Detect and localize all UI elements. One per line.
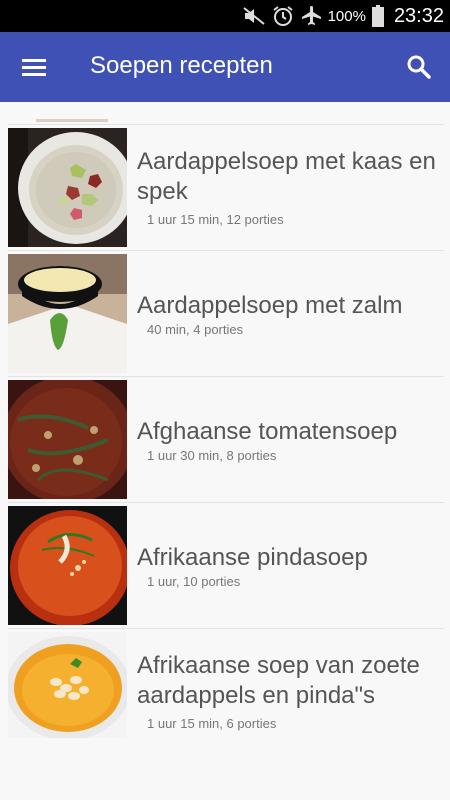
recipe-thumbnail [8, 380, 127, 499]
list-item[interactable]: Aardappelsoep met kaas en spek 1 uur 15 … [8, 125, 444, 251]
recipe-title: Aardappelsoep met kaas en spek [137, 148, 436, 205]
battery-percentage: 100% [327, 7, 366, 25]
recipe-thumbnail [8, 128, 127, 247]
list-item[interactable]: Afghaanse tomatensoep 1 uur 30 min, 8 po… [8, 377, 444, 503]
recipe-thumbnail [8, 506, 127, 625]
hamburger-menu-icon[interactable] [14, 50, 54, 84]
recipe-title: Afrikaanse soep van zoete aardappels en … [137, 652, 420, 709]
recipe-meta: 40 min, 4 porties [147, 322, 244, 337]
list-item[interactable]: Afrikaanse soep van zoete aardappels en … [8, 629, 444, 754]
clock: 23:32 [393, 4, 444, 27]
recipe-meta: 1 uur 15 min, 6 porties [147, 716, 277, 731]
list-item[interactable]: Aardappelsoep met zalm 40 min, 4 porties [8, 251, 444, 377]
battery-icon [371, 5, 384, 27]
recipe-meta: 1 uur, 10 porties [147, 574, 241, 589]
status-bar: 100% 23:32 [0, 0, 450, 32]
recipe-thumbnail-partial [36, 119, 108, 122]
alarm-icon [272, 6, 293, 26]
recipe-title: Aardappelsoep met zalm [137, 292, 403, 319]
recipe-list: Aardappelsoep met kaas en spek 1 uur 15 … [0, 102, 450, 754]
recipe-meta: 1 uur 30 min, 8 porties [147, 448, 277, 463]
recipe-meta: 1 uur 15 min, 12 porties [147, 212, 284, 227]
app-bar: Soepen recepten [0, 32, 450, 102]
list-item-partial[interactable] [8, 102, 444, 125]
airplane-icon [301, 6, 321, 25]
mute-icon [242, 7, 265, 25]
recipe-thumbnail [8, 254, 127, 373]
recipe-thumbnail [8, 632, 127, 738]
list-item[interactable]: Afrikaanse pindasoep 1 uur, 10 porties [8, 503, 444, 629]
page-title: Soepen recepten [90, 52, 273, 79]
recipe-title: Afrikaanse pindasoep [137, 544, 368, 571]
recipe-title: Afghaanse tomatensoep [137, 418, 398, 445]
search-icon[interactable] [402, 50, 436, 84]
status-icons: 100% 23:32 [242, 0, 444, 32]
